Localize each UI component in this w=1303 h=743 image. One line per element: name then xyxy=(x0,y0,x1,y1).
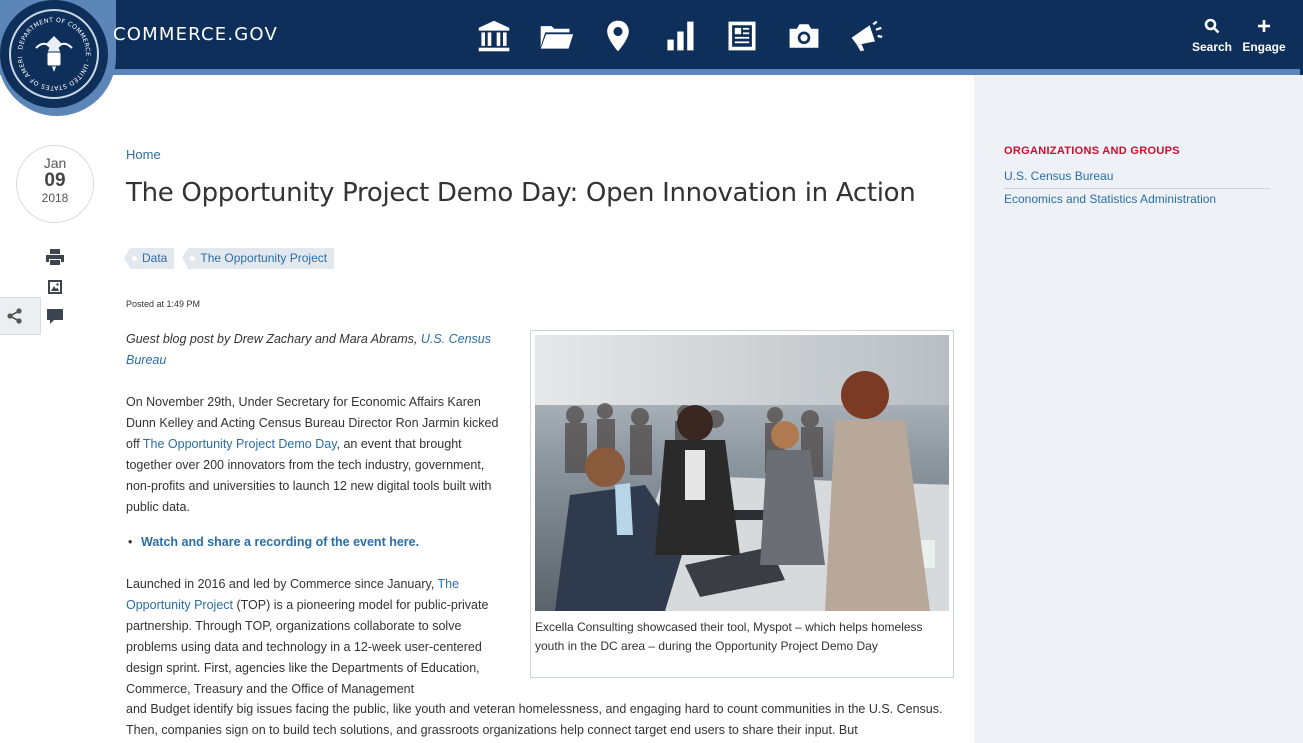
nav-map-pin-icon[interactable] xyxy=(600,15,636,57)
engage-label: Engage xyxy=(1242,40,1286,54)
tag-opportunity-project-label: The Opportunity Project xyxy=(200,251,328,265)
post-date: Jan 09 2018 xyxy=(16,145,94,223)
tag-data[interactable]: Data xyxy=(123,248,175,269)
date-day: 09 xyxy=(44,170,66,191)
date-month: Jan xyxy=(43,155,67,171)
sidebar-item-esa[interactable]: Economics and Statistics Administration xyxy=(1004,189,1270,211)
date-year: 2018 xyxy=(41,191,69,205)
article-body: Guest blog post by Drew Zachary and Mara… xyxy=(126,329,508,721)
breadcrumb-home[interactable]: Home xyxy=(126,147,161,162)
top-text-before: Launched in 2016 and led by Commerce sin… xyxy=(126,577,438,591)
watch-list-item: • Watch and share a recording of the even… xyxy=(126,532,508,553)
guest-byline: Guest blog post by Drew Zachary and Mara… xyxy=(126,329,508,371)
event-photo[interactable] xyxy=(535,335,949,611)
tag-opportunity-project[interactable]: The Opportunity Project xyxy=(182,248,335,269)
sidebar-heading: ORGANIZATIONS AND GROUPS xyxy=(1004,145,1180,157)
svg-text:DEPARTMENT OF COMMERCE · UNITE: DEPARTMENT OF COMMERCE · UNITED STATES O… xyxy=(0,0,91,91)
nav-newspaper-icon[interactable] xyxy=(724,15,760,57)
site-name[interactable]: COMMERCE.GOV xyxy=(113,24,278,45)
department-seal-logo[interactable]: DEPARTMENT OF COMMERCE · UNITED STATES O… xyxy=(0,0,108,108)
guest-byline-text: Guest blog post by Drew Zachary and Mara… xyxy=(126,332,421,346)
image-icon[interactable] xyxy=(45,278,65,296)
nav-bar-chart-icon[interactable] xyxy=(662,15,698,57)
page-title: The Opportunity Project Demo Day: Open I… xyxy=(126,178,916,208)
nav-about-bank-icon[interactable] xyxy=(476,15,512,57)
tag-data-label: Data xyxy=(142,251,168,265)
seal-emblem-icon: DEPARTMENT OF COMMERCE · UNITED STATES O… xyxy=(0,0,91,91)
print-icon[interactable] xyxy=(45,248,65,266)
plus-icon xyxy=(1242,18,1286,36)
paragraph-top-continued: and Budget identify big issues facing th… xyxy=(126,702,943,737)
nav-camera-icon[interactable] xyxy=(786,15,822,57)
top-text-after: (TOP) is a pioneering model for public-p… xyxy=(126,598,489,696)
comment-icon[interactable] xyxy=(45,307,65,325)
seal-tab[interactable]: DEPARTMENT OF COMMERCE · UNITED STATES O… xyxy=(0,0,116,116)
paragraph-top: Launched in 2016 and led by Commerce sin… xyxy=(126,574,508,700)
posted-time: Posted at 1:49 PM xyxy=(126,299,201,309)
share-button[interactable] xyxy=(0,297,41,335)
tag-hole xyxy=(190,256,196,261)
engage-button[interactable]: Engage xyxy=(1242,18,1286,54)
nav-folder-icon[interactable] xyxy=(538,15,574,57)
sidebar-item-census-bureau[interactable]: U.S. Census Bureau xyxy=(1004,167,1270,189)
search-label: Search xyxy=(1191,40,1233,54)
tag-list: Data The Opportunity Project xyxy=(123,248,335,269)
search-icon xyxy=(1190,18,1234,36)
organizations-list: U.S. Census Bureau Economics and Statist… xyxy=(1004,167,1270,211)
bullet: • xyxy=(128,535,133,549)
watch-recording-link[interactable]: Watch and share a recording of the event… xyxy=(141,535,419,549)
tag-hole xyxy=(132,256,137,261)
paragraph-intro: On November 29th, Under Secretary for Ec… xyxy=(126,392,508,518)
share-icon xyxy=(7,308,22,324)
article-figure: Excella Consulting showcased their tool,… xyxy=(530,330,954,678)
event-photo-image xyxy=(535,335,949,611)
main-nav xyxy=(476,15,884,57)
search-button[interactable]: Search xyxy=(1190,18,1234,54)
figure-caption: Excella Consulting showcased their tool,… xyxy=(535,620,923,653)
demo-day-link[interactable]: The Opportunity Project Demo Day xyxy=(143,437,337,451)
sidebar-panel: ORGANIZATIONS AND GROUPS U.S. Census Bur… xyxy=(974,75,1303,743)
nav-megaphone-icon[interactable] xyxy=(848,15,884,57)
